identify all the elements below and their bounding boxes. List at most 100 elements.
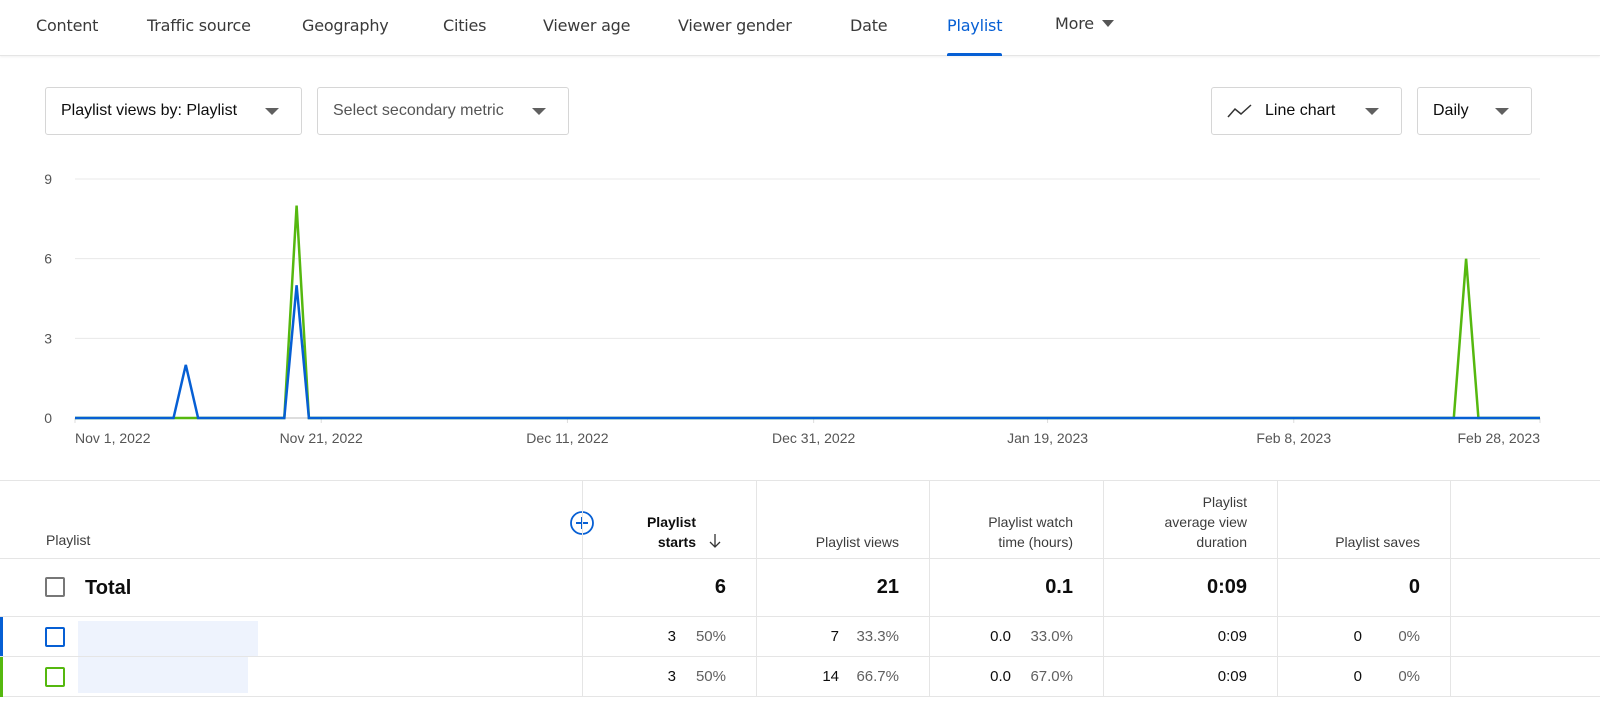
total-row: Total 6 21 0.1 0:09 0 <box>0 558 1600 616</box>
total-avg-duration-cell: 0:09 <box>1103 559 1277 616</box>
row-views: 7 <box>830 628 839 645</box>
header-avg-duration[interactable]: Playlist average view duration <box>1103 481 1277 558</box>
total-watch-time-cell: 0.1 <box>929 559 1103 616</box>
total-label: Total <box>85 577 132 599</box>
series-color-stripe <box>0 657 3 697</box>
row-watch-time: 0.0 <box>990 628 1011 645</box>
total-watch-time: 0.1 <box>1045 576 1073 598</box>
playlist-name-redacted[interactable] <box>78 657 248 693</box>
caret-down-icon <box>1101 20 1114 27</box>
total-views: 21 <box>876 576 899 598</box>
y-tick-label: 9 <box>44 171 52 187</box>
row-saves-cell: 0 0% <box>1277 657 1450 696</box>
row-starts: 3 <box>667 628 676 645</box>
row-avg-duration-cell: 0:09 <box>1103 657 1277 696</box>
dropdown-arrow-icon <box>1365 108 1379 115</box>
row-empty-cell <box>1450 617 1600 656</box>
header-avg-duration-line1: Playlist <box>1202 494 1247 510</box>
header-saves[interactable]: Playlist saves <box>1277 481 1450 558</box>
header-views[interactable]: Playlist views <box>756 481 929 558</box>
line-chart-icon <box>1227 104 1252 118</box>
total-saves: 0 <box>1408 576 1420 598</box>
row-avg-duration: 0:09 <box>1217 628 1247 645</box>
header-views-label: Playlist views <box>815 534 899 550</box>
dropdown-arrow-icon <box>532 108 546 115</box>
tab-traffic-source[interactable]: Traffic source <box>147 0 251 56</box>
row-empty-cell <box>1450 657 1600 696</box>
table-header-row: Playlist Playlist starts Playlist views … <box>0 480 1600 558</box>
total-starts-cell: 6 <box>582 559 756 616</box>
series-color-stripe <box>0 617 3 657</box>
tab-viewer-gender[interactable]: Viewer gender <box>678 0 792 56</box>
table-row[interactable]: 3 50% 14 66.7% 0.0 67.0% 0:09 0 0% <box>0 656 1600 697</box>
x-tick-label: Dec 11, 2022 <box>526 430 608 446</box>
row-starts-pct: 50% <box>695 668 726 685</box>
header-saves-label: Playlist saves <box>1335 534 1420 550</box>
row-saves-cell: 0 0% <box>1277 617 1450 656</box>
header-watch-time-line2: time (hours) <box>998 534 1073 550</box>
tab-viewer-age[interactable]: Viewer age <box>543 0 630 56</box>
tab-geography[interactable]: Geography <box>302 0 389 56</box>
granularity-label: Daily <box>1433 102 1469 119</box>
tab-bar: Content Traffic source Geography Cities … <box>0 0 1600 56</box>
header-starts-line2: starts <box>657 534 696 550</box>
row-checkbox[interactable] <box>45 667 65 687</box>
total-empty-cell <box>1450 559 1600 616</box>
header-watch-time[interactable]: Playlist watch time (hours) <box>929 481 1103 558</box>
tab-cities[interactable]: Cities <box>443 0 487 56</box>
x-tick-label: Feb 8, 2023 <box>1256 430 1331 446</box>
dropdown-arrow-icon <box>1495 108 1509 115</box>
table-row[interactable]: 3 50% 7 33.3% 0.0 33.0% 0:09 0 0% <box>0 616 1600 657</box>
secondary-metric-dropdown[interactable]: Select secondary metric <box>317 87 569 135</box>
header-watch-time-line1: Playlist watch <box>988 514 1073 530</box>
row-avg-duration-cell: 0:09 <box>1103 617 1277 656</box>
row-views-cell: 14 66.7% <box>756 657 929 696</box>
tab-date[interactable]: Date <box>850 0 888 56</box>
row-checkbox[interactable] <box>45 627 65 647</box>
row-starts: 3 <box>667 668 676 685</box>
total-avg-duration: 0:09 <box>1206 576 1247 598</box>
granularity-dropdown[interactable]: Daily <box>1417 87 1532 135</box>
row-saves: 0 <box>1353 628 1362 645</box>
y-tick-label: 0 <box>44 410 52 426</box>
header-starts-line1: Playlist <box>646 514 696 530</box>
row-starts-cell: 3 50% <box>582 617 756 656</box>
header-avg-duration-line3: duration <box>1196 534 1247 550</box>
tab-playlist[interactable]: Playlist <box>947 0 1003 56</box>
header-playlist: Playlist <box>46 532 91 548</box>
header-starts[interactable]: Playlist starts <box>582 481 756 558</box>
total-views-cell: 21 <box>756 559 929 616</box>
header-avg-duration-line2: average view <box>1164 514 1248 530</box>
row-starts-pct: 50% <box>695 628 726 645</box>
x-tick-label: Jan 19, 2023 <box>1007 430 1088 446</box>
primary-metric-label: Playlist views by: Playlist <box>61 102 238 119</box>
row-saves-pct: 0% <box>1398 628 1420 645</box>
row-watch-time-cell: 0.0 33.0% <box>929 617 1103 656</box>
total-starts: 6 <box>714 576 726 598</box>
row-saves-pct: 0% <box>1398 668 1420 685</box>
tab-more[interactable]: More <box>1055 0 1114 56</box>
row-views-cell: 7 33.3% <box>756 617 929 656</box>
secondary-metric-placeholder: Select secondary metric <box>333 102 504 119</box>
chart-type-dropdown[interactable]: Line chart <box>1211 87 1402 135</box>
line-chart: 0 3 6 9 Nov 1, 2022 Nov 21, 2022 Dec 11, 2022… <box>44 171 1541 446</box>
y-tick-label: 6 <box>44 251 52 267</box>
row-starts-cell: 3 50% <box>582 657 756 696</box>
row-views-pct: 66.7% <box>856 668 899 685</box>
chart-type-label: Line chart <box>1265 102 1336 119</box>
x-tick-label: Nov 21, 2022 <box>280 430 363 446</box>
playlist-name-redacted[interactable] <box>78 621 258 657</box>
tab-content[interactable]: Content <box>36 0 98 56</box>
row-saves: 0 <box>1353 668 1362 685</box>
x-tick-label: Dec 31, 2022 <box>772 430 855 446</box>
series-line-playlist-1 <box>75 285 1540 420</box>
total-saves-cell: 0 <box>1277 559 1450 616</box>
x-tick-label: Nov 1, 2022 <box>75 430 151 446</box>
x-tick-label: Feb 28, 2023 <box>1457 430 1540 446</box>
row-views-pct: 33.3% <box>856 628 899 645</box>
row-watch-time-cell: 0.0 67.0% <box>929 657 1103 696</box>
total-checkbox[interactable] <box>45 577 65 597</box>
primary-metric-dropdown[interactable]: Playlist views by: Playlist <box>45 87 302 135</box>
arrow-down-icon[interactable] <box>708 533 722 549</box>
tab-more-label: More <box>1055 14 1094 33</box>
